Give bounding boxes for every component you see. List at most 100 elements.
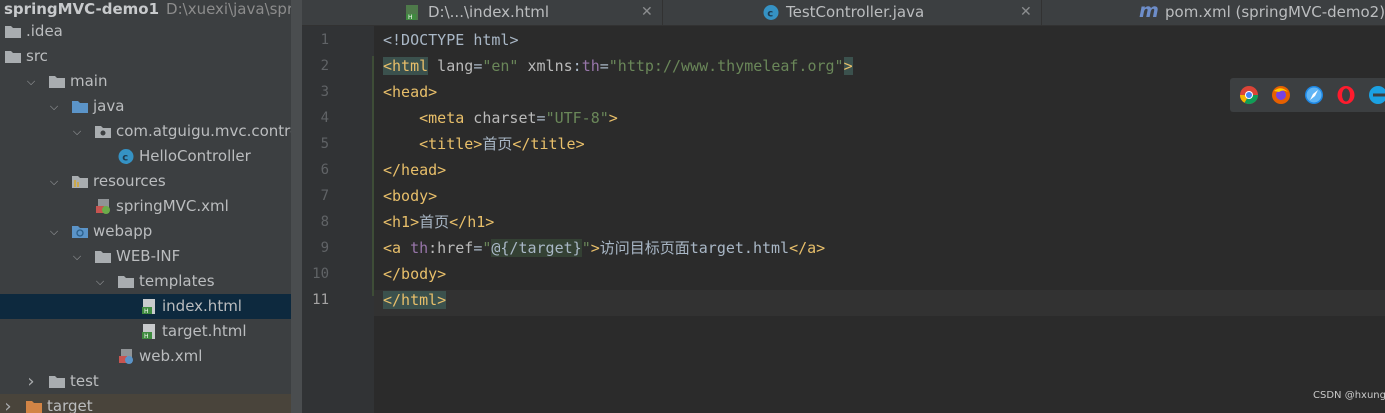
- package-icon: [94, 123, 112, 140]
- code-line[interactable]: <body>: [383, 183, 437, 209]
- tree-item-label: HelloController: [139, 147, 251, 165]
- safari-icon[interactable]: [1304, 85, 1324, 105]
- tree-item-label: target.html: [162, 322, 247, 340]
- code-token: </title>: [512, 135, 585, 153]
- tree-item[interactable]: ⌵ com.atguigu.mvc.controller: [0, 119, 302, 144]
- line-number: 3: [320, 84, 329, 100]
- code-token: :: [572, 57, 582, 75]
- code-line[interactable]: </head>: [383, 157, 446, 183]
- tab-label: TestController.java: [786, 3, 925, 21]
- tree-item[interactable]: › target: [0, 394, 291, 413]
- folder-icon: [4, 23, 22, 40]
- code-token: <head>: [383, 83, 438, 101]
- code-token: :href: [428, 239, 474, 257]
- code-line[interactable]: <meta charset="UTF-8">: [383, 105, 618, 131]
- code-token: =: [536, 109, 546, 127]
- tree-item-label: test: [70, 372, 99, 390]
- project-path: D:\xuexi\java\springM: [166, 0, 291, 18]
- project-name: springMVC-demo1: [4, 0, 160, 18]
- chevron-down-icon[interactable]: ⌵: [48, 169, 60, 194]
- code-token: <h1>: [383, 213, 420, 231]
- code-token: xmlns: [518, 57, 573, 75]
- chevron-down-icon[interactable]: ⌵: [48, 219, 60, 244]
- tab-pom-xml[interactable]: m pom.xml (springMVC-demo2): [1042, 0, 1385, 25]
- code-token: </body>: [383, 265, 447, 283]
- code-token: <body>: [383, 187, 438, 205]
- line-number: 10: [312, 266, 329, 282]
- code-token: </h1>: [449, 213, 495, 231]
- sidebar-scrollbar[interactable]: [291, 0, 302, 413]
- editor-tab-bar: H D:\...\index.html ✕ c TestController.j…: [302, 0, 1385, 26]
- tree-item[interactable]: springMVC.xml: [0, 194, 291, 219]
- code-line[interactable]: </body>: [383, 261, 446, 287]
- code-token: =: [473, 57, 483, 75]
- code-line[interactable]: <title>首页</title>: [383, 131, 585, 157]
- code-token: =: [473, 239, 483, 257]
- tree-item[interactable]: ⌵ WEB-INF: [0, 244, 291, 269]
- opera-icon[interactable]: [1336, 85, 1356, 105]
- edge-icon[interactable]: [1368, 85, 1385, 105]
- tree-item[interactable]: ⌵ templates: [0, 269, 291, 294]
- chevron-right-icon[interactable]: ›: [25, 369, 37, 394]
- class-icon: c: [117, 148, 135, 165]
- tab-index-html[interactable]: H D:\...\index.html ✕: [302, 0, 663, 25]
- code-token: "en": [482, 57, 519, 75]
- chevron-right-icon[interactable]: ›: [2, 394, 14, 413]
- tree-item[interactable]: c HelloController: [0, 144, 291, 169]
- spring-xml-icon: [94, 198, 112, 215]
- tree-item[interactable]: ⌵ webapp: [0, 219, 291, 244]
- web-xml-icon: [117, 348, 135, 365]
- tree-item[interactable]: ⌵ main: [0, 69, 291, 94]
- source-folder-icon: [71, 98, 89, 115]
- svg-text:H: H: [144, 308, 149, 315]
- chevron-down-icon[interactable]: ⌵: [94, 269, 106, 294]
- tree-item-label: springMVC.xml: [116, 197, 229, 215]
- tree-item[interactable]: › test: [0, 369, 291, 394]
- close-icon[interactable]: ✕: [641, 0, 653, 24]
- chevron-down-icon[interactable]: ⌵: [71, 119, 83, 144]
- code-line[interactable]: <!DOCTYPE html>: [383, 27, 518, 53]
- tab-label: D:\...\index.html: [428, 3, 549, 21]
- tree-item[interactable]: src: [0, 44, 291, 69]
- code-line[interactable]: <a th:href="@{/target}">访问目标页面target.htm…: [383, 235, 825, 261]
- chevron-down-icon[interactable]: ⌵: [71, 244, 83, 269]
- tree-item[interactable]: ⌵ java: [0, 94, 291, 119]
- tree-item-label: WEB-INF: [116, 247, 181, 265]
- code-token: charset: [464, 109, 537, 127]
- tree-item[interactable]: web.xml: [0, 344, 291, 369]
- line-number: 2: [320, 58, 329, 74]
- watermark: CSDN @hxung: [1313, 390, 1385, 401]
- chrome-icon[interactable]: [1239, 85, 1259, 105]
- tab-testcontroller[interactable]: c TestController.java ✕: [663, 0, 1042, 25]
- chevron-down-icon[interactable]: ⌵: [48, 94, 60, 119]
- chevron-down-icon[interactable]: ⌵: [25, 69, 37, 94]
- line-number: 8: [320, 214, 329, 230]
- tree-item[interactable]: ⌵ resources: [0, 169, 291, 194]
- project-header[interactable]: springMVC-demo1 D:\xuexi\java\springM: [0, 0, 291, 18]
- code-token: "UTF-8": [545, 109, 609, 127]
- browser-preview-bar: [1230, 78, 1385, 112]
- maven-icon: m: [1139, 0, 1159, 22]
- tree-item-label: resources: [93, 172, 166, 190]
- tree-item[interactable]: Htarget.html: [0, 319, 291, 344]
- svg-text:c: c: [122, 153, 128, 164]
- code-token: ": [581, 239, 591, 257]
- tree-item[interactable]: .idea: [0, 19, 291, 44]
- folder-icon: [94, 248, 112, 265]
- line-number: 1: [320, 32, 329, 48]
- project-panel: springMVC-demo1 D:\xuexi\java\springM .id…: [0, 0, 302, 413]
- tree-item-label: index.html: [162, 297, 242, 315]
- folder-icon: [117, 273, 135, 290]
- close-icon[interactable]: ✕: [1020, 0, 1032, 24]
- svg-text:H: H: [144, 333, 149, 340]
- class-icon: c: [763, 5, 779, 20]
- code-token: 首页: [482, 135, 513, 153]
- code-token: <a: [383, 239, 402, 257]
- code-line[interactable]: <head>: [383, 79, 437, 105]
- tree-item[interactable]: Hindex.html: [0, 294, 291, 319]
- firefox-icon[interactable]: [1271, 85, 1291, 105]
- code-line[interactable]: <html lang="en" xmlns:th="http://www.thy…: [383, 53, 853, 79]
- html-file-icon: H: [140, 298, 158, 315]
- code-line[interactable]: </html>: [383, 287, 447, 313]
- code-line[interactable]: <h1>首页</h1>: [383, 209, 494, 235]
